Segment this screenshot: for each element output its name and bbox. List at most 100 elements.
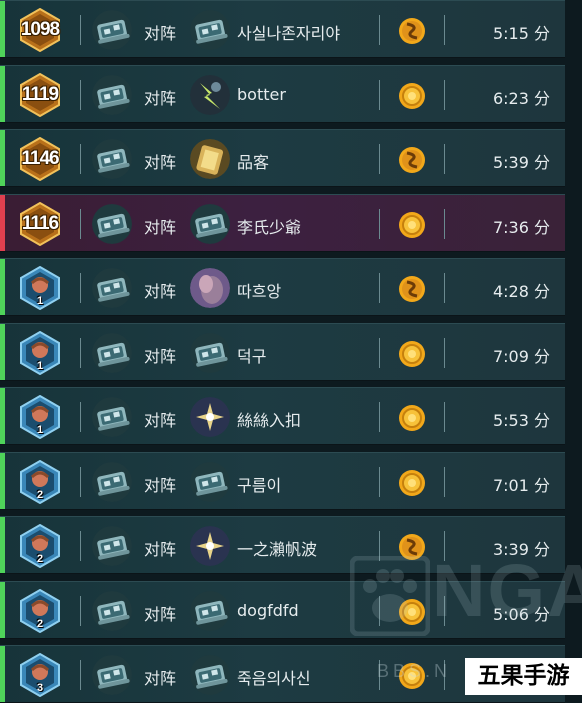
- mech-card-icon: [190, 203, 230, 244]
- rank-value: 1146: [21, 148, 59, 169]
- divider: [379, 79, 380, 110]
- result-bar: [0, 388, 5, 444]
- rating-badge: 1116: [18, 201, 62, 246]
- match-row[interactable]: 1 对阵 絲絲入扣 5:53 分: [0, 387, 565, 445]
- divider: [379, 402, 380, 432]
- own-hero-icon: [92, 590, 132, 631]
- site-logo: 五果手游: [465, 658, 582, 695]
- divider: [80, 208, 81, 239]
- tier-badge: 2: [18, 523, 62, 569]
- vs-label: 对阵: [144, 282, 177, 301]
- star-hero-icon: [190, 526, 230, 566]
- match-row[interactable]: 2 对阵 dogfdfd 5:06 分: [0, 580, 565, 639]
- coin-swirl-icon: [398, 275, 426, 303]
- match-duration: 7:01 分: [492, 475, 550, 495]
- vs-label: 对阵: [144, 411, 177, 430]
- result-bar: [0, 194, 5, 251]
- own-hero-icon: [92, 203, 132, 244]
- divider: [80, 402, 81, 432]
- divider: [444, 466, 445, 497]
- match-duration: 3:39 分: [492, 540, 550, 559]
- opponent-name[interactable]: 사실나존자리야: [237, 20, 340, 44]
- rank-value: 2: [36, 488, 44, 501]
- rank-value: 1116: [21, 212, 59, 234]
- match-row[interactable]: 1098 对阵 사실나존자리야 5:15 分: [0, 0, 565, 58]
- rank-value: 1: [36, 424, 44, 436]
- vs-label: 对阵: [144, 604, 177, 624]
- coin-icon: [398, 404, 426, 432]
- own-hero-icon: [92, 461, 132, 502]
- match-duration: 5:53 分: [492, 411, 550, 430]
- match-duration: 4:28 分: [492, 282, 550, 301]
- divider: [444, 402, 445, 432]
- opponent-name[interactable]: 죽음의사신: [237, 665, 311, 689]
- rank-value: 2: [36, 553, 44, 565]
- vs-label: 对阵: [144, 217, 177, 237]
- opponent-name[interactable]: dogfdfd: [237, 601, 299, 620]
- divider: [379, 15, 380, 45]
- mech-card-icon: [190, 461, 230, 502]
- divider: [80, 466, 81, 497]
- divider: [444, 15, 445, 45]
- match-duration: 5:06 分: [492, 604, 550, 624]
- result-bar: [0, 130, 5, 186]
- vs-label: 对阵: [144, 475, 177, 495]
- match-row[interactable]: 1116 对阵 李氏少爺 7:36 分: [0, 193, 565, 252]
- own-hero-icon: [92, 332, 132, 373]
- divider: [80, 79, 81, 110]
- result-bar: [0, 65, 5, 122]
- divider: [80, 531, 81, 561]
- tier-badge: 3: [18, 652, 62, 698]
- divider: [80, 595, 81, 626]
- own-hero-icon: [92, 139, 132, 179]
- own-hero-icon: [92, 397, 132, 437]
- mech-card-icon: [190, 590, 230, 631]
- divider: [444, 208, 445, 239]
- opponent-name[interactable]: 李氏少爺: [237, 214, 301, 238]
- tier-badge: 2: [18, 588, 62, 633]
- rank-value: 1: [36, 359, 44, 372]
- divider: [444, 595, 445, 626]
- divider: [444, 337, 445, 368]
- opponent-name[interactable]: 絲絲入扣: [237, 407, 301, 431]
- divider: [444, 273, 445, 303]
- rating-badge: 1119: [18, 72, 62, 117]
- coin-swirl-icon: [398, 17, 426, 45]
- rank-value: 1098: [20, 19, 60, 40]
- match-duration: 7:09 分: [492, 346, 550, 366]
- opponent-name[interactable]: 구름이: [237, 472, 281, 496]
- result-bar: [0, 1, 5, 57]
- mech-card-icon: [190, 655, 230, 695]
- divider: [80, 337, 81, 368]
- match-history-list: 1098 对阵 사실나존자리야 5:15 分 1119 对阵 botter 6:23 分 114…: [0, 0, 582, 703]
- lightning-hero-icon: [190, 74, 230, 115]
- result-bar: [0, 323, 5, 380]
- divider: [80, 144, 81, 174]
- mech-card-icon: [190, 10, 230, 50]
- divider: [379, 595, 380, 626]
- own-hero-icon: [92, 655, 132, 695]
- match-row[interactable]: 2 对阵 一之瀨帆波 3:39 分: [0, 516, 565, 574]
- match-duration: 7:36 分: [492, 217, 550, 237]
- match-row[interactable]: 2 对阵 구름이 7:01 分: [0, 451, 565, 510]
- vs-label: 对阵: [144, 24, 177, 43]
- result-bar: [0, 517, 5, 573]
- match-row[interactable]: 1 对阵 따흐앙 4:28 分: [0, 258, 565, 316]
- vs-label: 对阵: [144, 346, 177, 366]
- rating-badge: 1098: [18, 7, 62, 53]
- coin-icon: [398, 598, 426, 626]
- opponent-name[interactable]: 品客: [237, 149, 269, 173]
- opponent-name[interactable]: botter: [237, 85, 286, 104]
- own-hero-icon: [92, 10, 132, 50]
- match-row[interactable]: 1146 对阵 品客 5:39 分: [0, 129, 565, 187]
- match-row[interactable]: 1119 对阵 botter 6:23 分: [0, 64, 565, 123]
- own-hero-icon: [92, 268, 132, 308]
- match-duration: 6:23 分: [492, 88, 550, 108]
- watermark-bbs-text: BBS.N: [377, 661, 452, 681]
- opponent-name[interactable]: 덕구: [237, 343, 266, 367]
- opponent-name[interactable]: 따흐앙: [237, 278, 281, 302]
- opponent-name[interactable]: 一之瀨帆波: [237, 536, 317, 560]
- match-row[interactable]: 1 对阵 덕구 7:09 分: [0, 322, 565, 381]
- result-bar: [0, 259, 5, 315]
- divider: [80, 273, 81, 303]
